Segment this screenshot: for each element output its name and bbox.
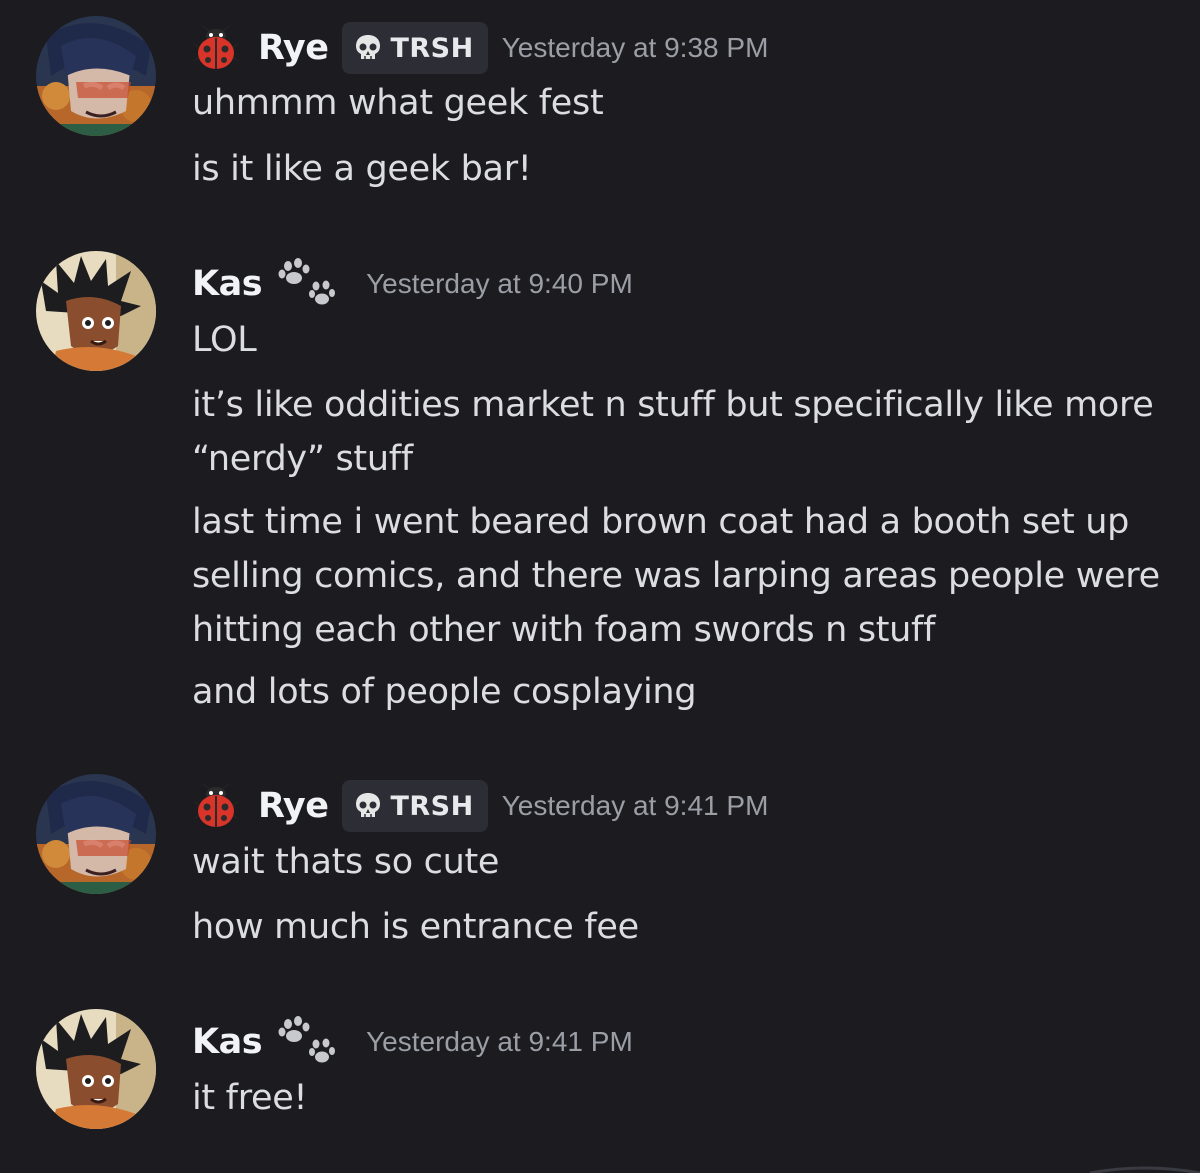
timestamp[interactable]: Yesterday at 9:40 PM [366,268,633,300]
timestamp[interactable]: Yesterday at 9:41 PM [502,790,769,822]
message-line: wait thats so cute [192,842,500,882]
username[interactable]: Rye [258,28,329,68]
message-line: how much is entrance fee [192,907,639,947]
username[interactable]: Kas [192,264,263,304]
message-header: Kas Yesterday at 9:40 PM [192,254,633,314]
server-tag[interactable]: TRSH [342,22,488,74]
message-line: last time i went beared brown coat had a… [192,502,1160,650]
skull-icon [352,32,384,64]
message-header: Rye TRSH Yesterday at 9:41 PM [192,776,768,836]
tag-label: TRSH [390,790,474,822]
username[interactable]: Kas [192,1022,263,1062]
paw-icon [276,1016,336,1068]
message-line: and lots of people cosplaying [192,672,697,712]
timestamp[interactable]: Yesterday at 9:41 PM [366,1026,633,1058]
message-header: Kas Yesterday at 9:41 PM [192,1012,633,1072]
timestamp[interactable]: Yesterday at 9:38 PM [502,32,769,64]
message-line: it free! [192,1078,308,1118]
server-tag[interactable]: TRSH [342,780,488,832]
avatar[interactable] [36,774,156,894]
tag-label: TRSH [390,32,474,64]
message-header: Rye TRSH Yesterday at 9:38 PM [192,18,768,78]
message-line: it’s like oddities market n stuff but sp… [192,385,1154,479]
ladybug-icon [192,24,240,72]
avatar[interactable] [36,1009,156,1129]
skull-icon [352,790,384,822]
username[interactable]: Rye [258,786,329,826]
message-line: LOL [192,320,257,360]
ladybug-icon [192,782,240,830]
paw-icon [276,258,336,310]
avatar[interactable] [36,251,156,371]
message-line: uhmmm what geek fest [192,83,604,123]
avatar[interactable] [36,16,156,136]
scroll-indicator [1090,1166,1200,1173]
message-line: is it like a geek bar! [192,149,532,189]
